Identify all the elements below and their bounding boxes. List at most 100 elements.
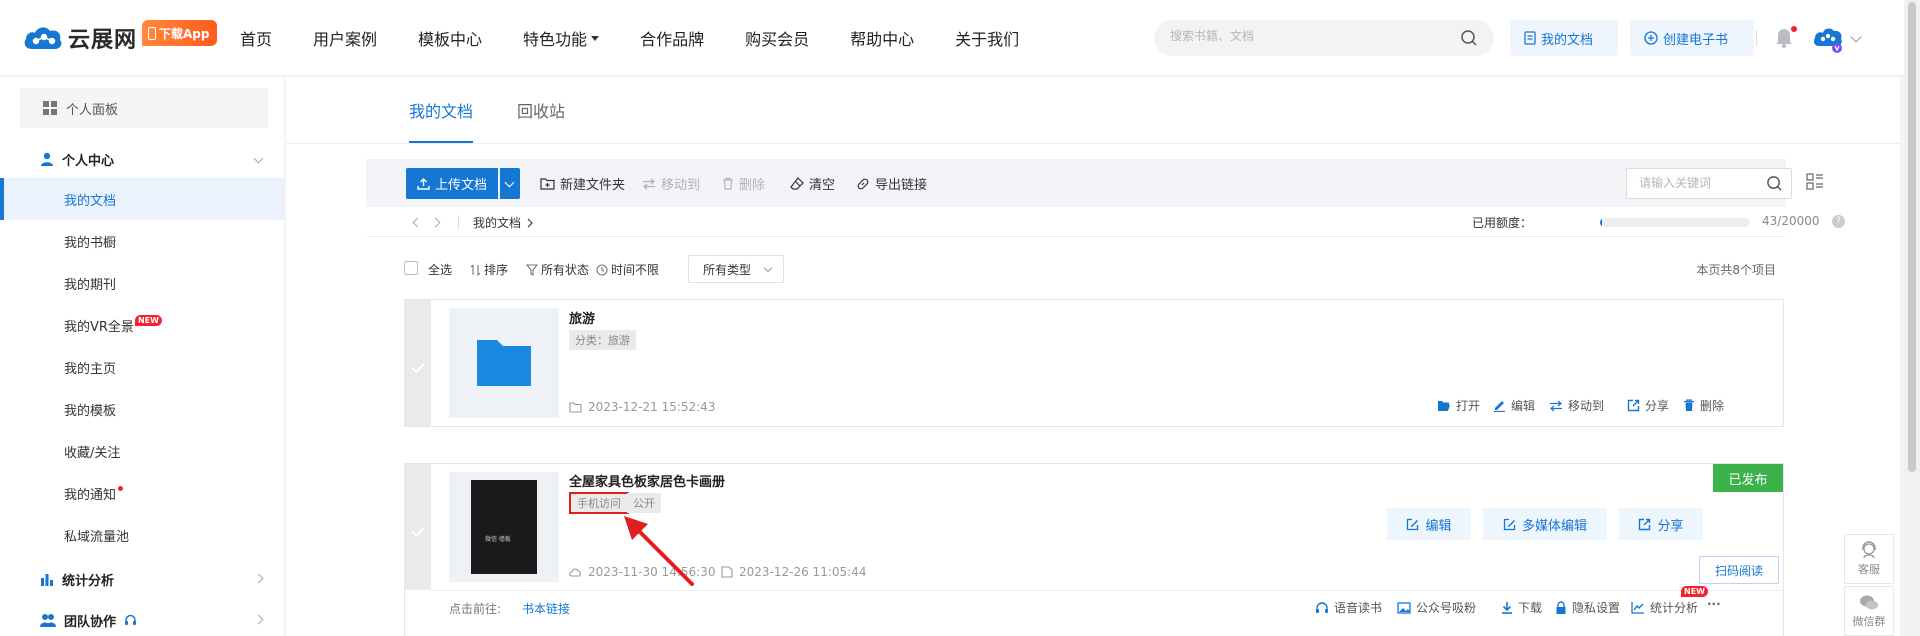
search-icon[interactable] (1766, 175, 1783, 192)
time-filter[interactable]: 时间不限 (596, 261, 659, 278)
breadcrumb[interactable]: 我的文档 (473, 214, 534, 231)
card-select-gutter[interactable] (405, 464, 431, 590)
page-scrollbar[interactable] (1904, 0, 1920, 636)
select-all-label[interactable]: 全选 (428, 261, 452, 278)
wechat-icon (1860, 595, 1878, 609)
card-select-gutter[interactable] (405, 300, 431, 426)
download-label: 下载 (1518, 601, 1543, 615)
scrollbar-thumb[interactable] (1908, 2, 1916, 472)
mobile-access-tag[interactable]: 手机访问 (569, 492, 629, 514)
pencil-icon (1494, 401, 1505, 412)
tab-my-docs[interactable]: 我的文档 (409, 77, 474, 143)
wechat-followers-button[interactable]: 公众号吸粉 (1397, 599, 1476, 616)
avatar[interactable] (1812, 22, 1844, 54)
folder-move-button[interactable]: 移动到 (1549, 397, 1604, 414)
customer-service-label: 客服 (1858, 563, 1880, 576)
privacy-settings-button[interactable]: 隐私设置 (1555, 599, 1620, 616)
published-badge: 已发布 (1713, 464, 1783, 492)
book-link[interactable]: 书本链接 (522, 600, 570, 617)
sidebar-item-bookshelf[interactable]: 我的书橱 (0, 220, 284, 262)
trash-icon (1684, 399, 1694, 411)
sidebar-item-traffic-pool[interactable]: 私域流量池 (0, 514, 284, 556)
status-filter[interactable]: 所有状态 (526, 261, 589, 278)
my-docs-button[interactable]: 我的文档 (1510, 20, 1618, 56)
book-share-button[interactable]: 分享 (1619, 508, 1703, 540)
funnel-icon (526, 263, 538, 276)
more-icon[interactable]: ··· (1707, 597, 1721, 611)
clear-button[interactable]: 清空 (790, 168, 835, 199)
link-icon (857, 178, 869, 189)
tab-recycle-bin[interactable]: 回收站 (517, 77, 565, 143)
sidebar-group-team[interactable]: 团队协作 (0, 602, 284, 636)
image-icon (1397, 601, 1411, 614)
nav-features[interactable]: 特色功能 (523, 26, 600, 50)
keyword-search-box (1626, 168, 1792, 199)
nav-brands[interactable]: 合作品牌 (640, 26, 704, 50)
stats-analysis-button[interactable]: 统计分析 (1631, 599, 1698, 616)
forward-arrow-icon[interactable] (430, 217, 441, 228)
folder-title[interactable]: 旅游 (569, 308, 595, 327)
team-icon (40, 614, 56, 627)
nav-templates[interactable]: 模板中心 (418, 26, 482, 50)
create-ebook-label: 创建电子书 (1663, 32, 1729, 48)
sidebar-item-homepage[interactable]: 我的主页 (0, 346, 284, 388)
book-cover: 微信·墙板 (471, 480, 537, 574)
book-title[interactable]: 全屋家具色板家居色卡画册 (569, 471, 725, 490)
download-app-badge[interactable]: 下载App (142, 20, 218, 46)
keyword-search-input[interactable] (1639, 176, 1759, 190)
book-edit-button[interactable]: 编辑 (1387, 508, 1471, 540)
logo-text: 云展网 (68, 28, 138, 53)
book-cover-thumbnail[interactable]: 微信·墙板 (449, 472, 559, 582)
sidebar-group-stats[interactable]: 统计分析 (0, 561, 284, 597)
search-icon[interactable] (1460, 29, 1478, 47)
upload-dropdown-button[interactable] (500, 168, 520, 199)
edit-doc-icon (721, 566, 733, 578)
multimedia-edit-button[interactable]: 多媒体编辑 (1483, 508, 1607, 540)
scan-read-button[interactable]: 扫码阅读 (1699, 556, 1779, 584)
nav-about[interactable]: 关于我们 (955, 26, 1019, 50)
sidebar-item-my-docs[interactable]: 我的文档 (0, 178, 284, 220)
page-item-count: 本页共8个项目 (1696, 263, 1776, 277)
folder-thumbnail[interactable] (449, 308, 559, 418)
export-link-label: 导出链接 (875, 178, 928, 193)
sidebar-item-favorites[interactable]: 收藏/关注 (0, 430, 284, 472)
export-link-button[interactable]: 导出链接 (856, 168, 927, 199)
sidebar-item-vr[interactable]: 我的VR全景 NEW (0, 304, 284, 346)
sidebar-group-personal[interactable]: 个人中心 (0, 141, 284, 177)
create-ebook-button[interactable]: 创建电子书 (1630, 20, 1754, 56)
new-folder-button[interactable]: 新建文件夹 (540, 168, 625, 199)
personal-panel-button[interactable]: 个人面板 (20, 88, 268, 128)
customer-service-button[interactable]: 客服 (1844, 534, 1894, 584)
type-select[interactable]: 所有类型 (688, 255, 784, 283)
wechat-group-button[interactable]: 微信群 (1844, 586, 1894, 636)
logo[interactable]: 云展网 (22, 22, 137, 54)
download-button[interactable]: 下载 (1501, 599, 1542, 616)
type-select-value: 所有类型 (703, 262, 752, 277)
nav-home[interactable]: 首页 (240, 26, 272, 50)
delete-button[interactable]: 删除 (722, 168, 765, 199)
folder-open-button[interactable]: 打开 (1437, 397, 1480, 414)
help-icon[interactable]: ? (1832, 215, 1845, 228)
back-arrow-icon[interactable] (412, 217, 423, 228)
sidebar-item-notifications[interactable]: 我的通知 (0, 472, 284, 514)
sort-button[interactable]: 排序 (470, 261, 508, 278)
book-card[interactable]: 微信·墙板 全屋家具色板家居色卡画册 手机访问 公开 2023-11-30 14… (404, 463, 1784, 636)
select-all-checkbox[interactable] (404, 261, 418, 275)
nav-cases[interactable]: 用户案例 (313, 26, 377, 50)
top-search-input[interactable] (1170, 29, 1450, 43)
folder-delete-button[interactable]: 删除 (1683, 397, 1724, 414)
nav-help[interactable]: 帮助中心 (850, 26, 914, 50)
sidebar-group-stats-label: 统计分析 (62, 573, 115, 589)
nav-membership[interactable]: 购买会员 (745, 26, 809, 50)
folder-share-button[interactable]: 分享 (1627, 397, 1669, 414)
upload-document-button[interactable]: 上传文档 (406, 168, 498, 199)
sidebar-item-templates[interactable]: 我的模板 (0, 388, 284, 430)
voice-read-button[interactable]: 语音读书 (1315, 599, 1382, 616)
folder-card[interactable]: 旅游 分类：旅游 2023-12-21 15:52:43 打开 编辑 移动到 分… (404, 299, 1784, 427)
chevron-down-icon[interactable] (1850, 31, 1862, 43)
my-docs-label: 我的文档 (1541, 32, 1594, 48)
sidebar-item-journals[interactable]: 我的期刊 (0, 262, 284, 304)
view-toggle-icon[interactable] (1806, 173, 1824, 191)
folder-edit-button[interactable]: 编辑 (1493, 397, 1535, 414)
move-to-button[interactable]: 移动到 (642, 168, 700, 199)
